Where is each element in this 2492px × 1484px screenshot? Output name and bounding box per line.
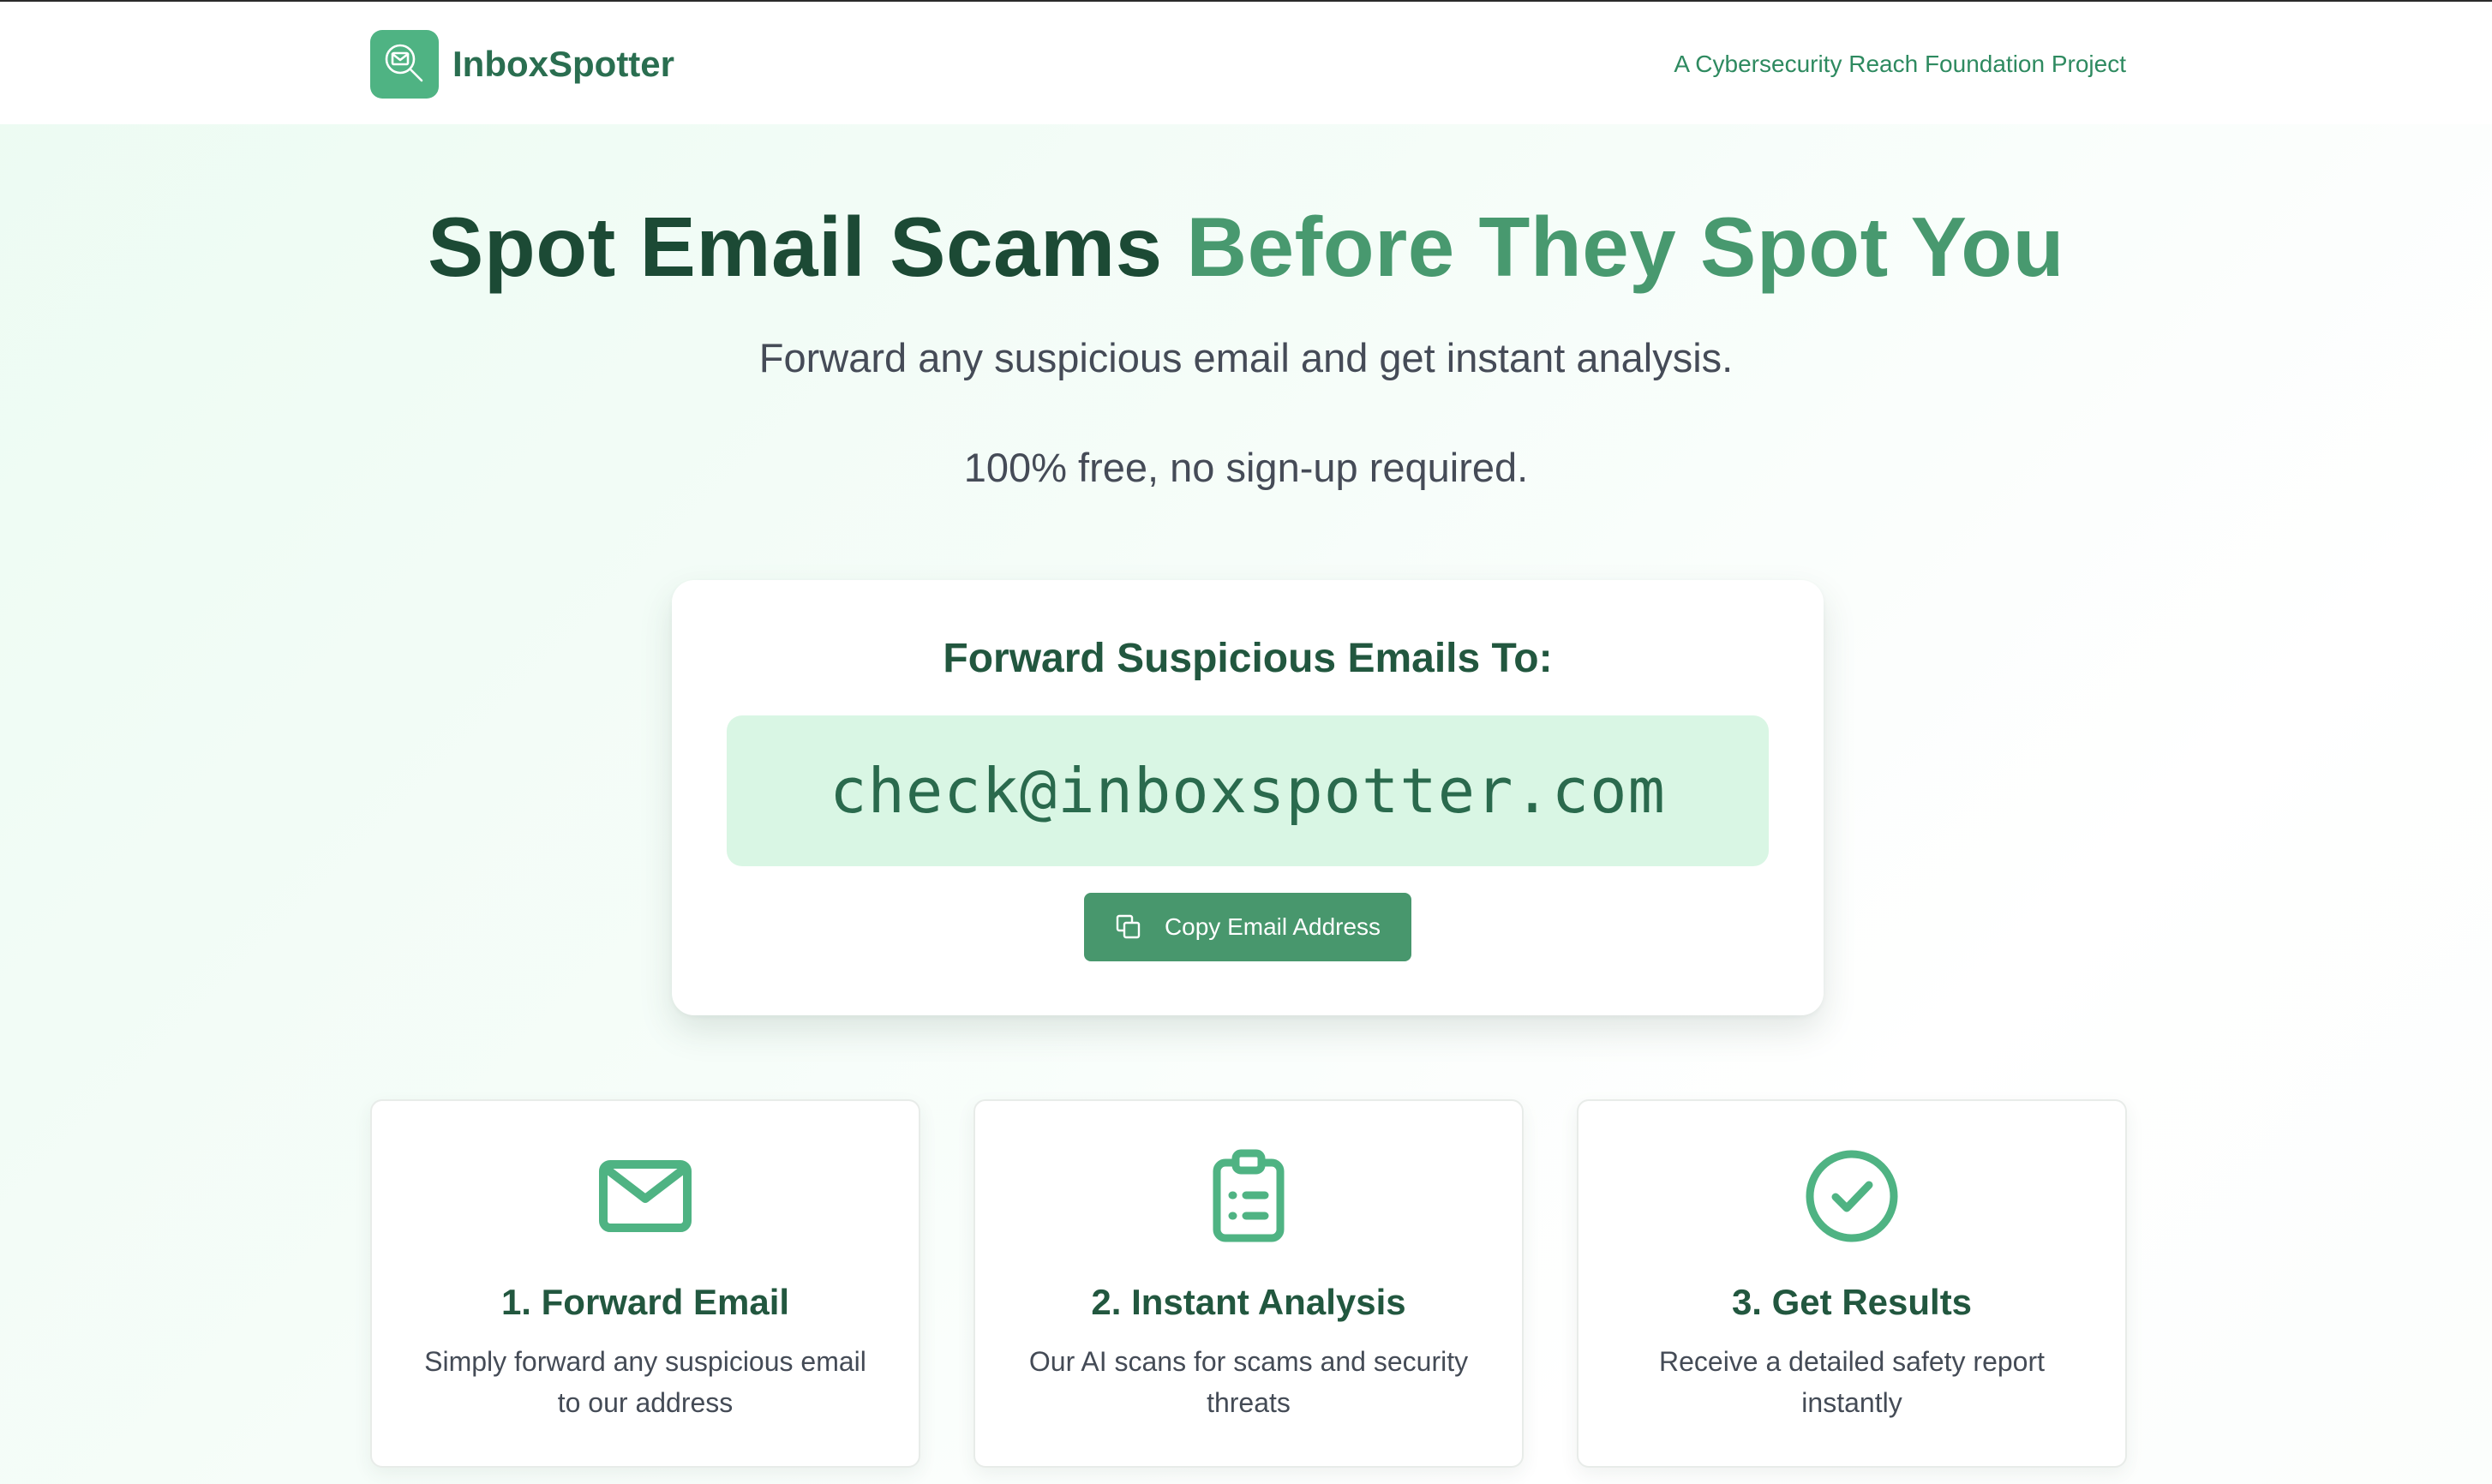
email-address-box[interactable]: check@inboxspotter.com (727, 715, 1769, 866)
copy-email-button-label: Copy Email Address (1164, 913, 1381, 940)
hero-title: Spot Email Scams Before They Spot You (0, 195, 2492, 298)
tagline: A Cybersecurity Reach Foundation Project (1674, 51, 2126, 77)
step-description: Our AI scans for scams and security thre… (1028, 1346, 1469, 1418)
logo[interactable] (370, 30, 439, 99)
clipboard-list-icon (1213, 1149, 1285, 1242)
step-card-analysis: 2. Instant Analysis Our AI scans for sca… (973, 1099, 1524, 1468)
email-address[interactable]: check@inboxspotter.com (830, 755, 1666, 827)
hero-title-accent: Before They Spot You (1186, 200, 2064, 294)
site-header: InboxSpotter A Cybersecurity Reach Found… (0, 2, 2492, 124)
envelope-icon (599, 1160, 692, 1232)
copy-icon (1116, 914, 1141, 939)
step-title: 3. Get Results (1731, 1282, 1973, 1322)
step-title: 1. Forward Email (500, 1282, 790, 1322)
step-description: Receive a detailed safety report instant… (1658, 1346, 2046, 1418)
check-circle-icon (1806, 1150, 1898, 1242)
hero-title-main: Spot Email Scams (428, 200, 1163, 294)
step-description: Simply forward any suspicious email to o… (424, 1346, 866, 1418)
copy-email-button[interactable]: Copy Email Address (1084, 893, 1411, 961)
hero-subtitle-free: 100% free, no sign-up required. (963, 445, 1529, 490)
envelope-magnifier-icon (385, 44, 423, 82)
step-title: 2. Instant Analysis (1091, 1282, 1406, 1322)
step-card-forward: 1. Forward Email Simply forward any susp… (370, 1099, 920, 1468)
forward-card-title: Forward Suspicious Emails To: (943, 636, 1553, 681)
hero-subtitle: Forward any suspicious email and get ins… (758, 335, 1734, 380)
step-card-results: 3. Get Results Receive a detailed safety… (1577, 1099, 2127, 1468)
brand-name[interactable]: InboxSpotter (452, 43, 674, 86)
forward-card: Forward Suspicious Emails To: check@inbo… (672, 580, 1824, 1015)
